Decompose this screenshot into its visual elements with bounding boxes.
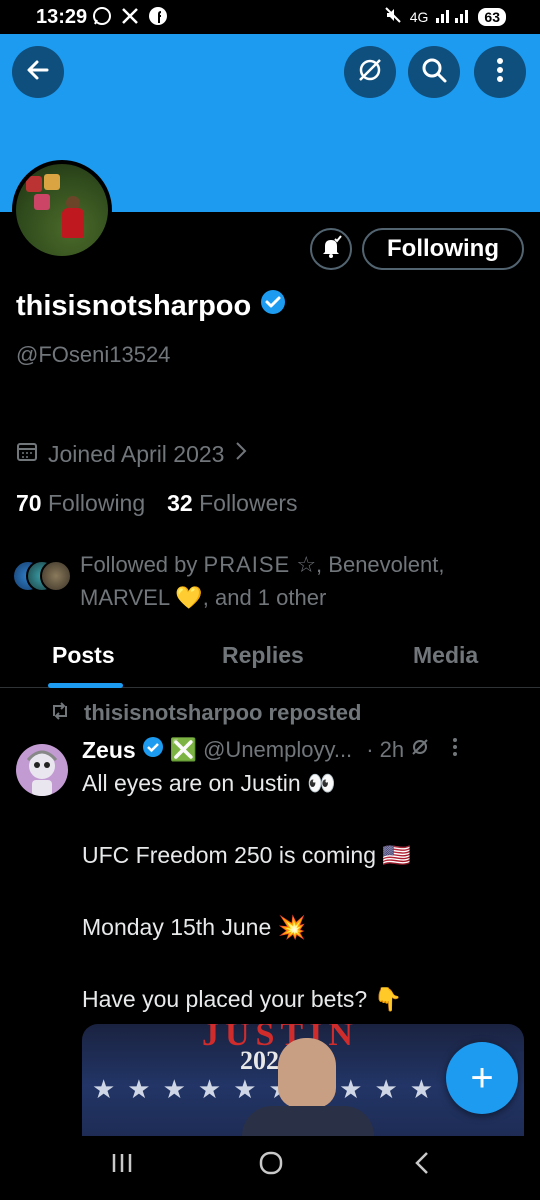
media-person xyxy=(278,1038,336,1108)
follower-avatar xyxy=(40,560,72,592)
signal-icon xyxy=(436,7,470,26)
followed-by-row[interactable]: Followed by PRAISE ☆, Benevolent, MARVEL… xyxy=(12,548,522,614)
post-more-icon[interactable] xyxy=(452,737,458,763)
avatar-sticker xyxy=(34,194,50,210)
back-nav-button[interactable] xyxy=(412,1150,432,1183)
whatsapp-icon xyxy=(92,6,112,31)
battery-indicator: 63 xyxy=(478,7,506,26)
repost-indicator[interactable]: thisisnotsharpoo reposted xyxy=(50,700,361,726)
avatar-sticker xyxy=(44,174,60,190)
mute-icon xyxy=(384,6,402,27)
follow-counts: 70 Following 32 Followers xyxy=(16,490,298,517)
joined-row[interactable]: Joined April 2023 xyxy=(16,440,248,468)
verified-badge-icon[interactable] xyxy=(259,288,287,324)
tab-media[interactable]: Media xyxy=(413,642,478,669)
post-author-avatar[interactable] xyxy=(16,744,68,796)
home-button[interactable] xyxy=(258,1150,284,1183)
search-icon xyxy=(420,56,448,89)
status-bar: 13:29 4G 63 xyxy=(0,0,540,34)
following-count-link[interactable]: 70 Following xyxy=(16,490,145,517)
compose-post-button[interactable]: + xyxy=(446,1042,518,1114)
more-icon xyxy=(496,57,504,88)
avatar-sticker xyxy=(26,176,42,192)
chevron-right-icon xyxy=(234,440,248,468)
followed-by-line2: MARVEL 💛, and 1 other xyxy=(80,585,327,610)
system-icons: 4G 63 xyxy=(384,6,506,27)
media-stars: ★★★★★★★★★★ xyxy=(92,1074,446,1104)
grok-icon xyxy=(356,56,384,89)
followed-by-name: PRAISE xyxy=(203,552,291,577)
following-count: 70 xyxy=(16,490,42,516)
status-time: 13:29 xyxy=(36,6,88,28)
facebook-icon xyxy=(148,6,168,31)
followers-count-link[interactable]: 32 Followers xyxy=(167,490,297,517)
more-button[interactable] xyxy=(474,46,526,98)
author-emoji: ❎ xyxy=(169,737,198,762)
following-button[interactable]: Following xyxy=(362,228,524,270)
repost-icon xyxy=(50,700,70,726)
profile-tabs: Posts Replies Media xyxy=(0,632,540,688)
bell-icon xyxy=(319,234,343,264)
post-author-name[interactable]: Zeus xyxy=(82,737,136,764)
post-text-line: Have you placed your bets? 👇 xyxy=(82,986,403,1012)
tab-posts[interactable]: Posts xyxy=(52,642,115,669)
recent-apps-button[interactable] xyxy=(110,1150,134,1182)
media-person-suit xyxy=(242,1106,374,1136)
joined-text: Joined April 2023 xyxy=(48,440,225,467)
followed-by-rest: ☆, Benevolent, xyxy=(290,552,445,577)
profile-avatar[interactable] xyxy=(12,160,112,260)
post-text-line: UFC Freedom 250 is coming 🇺🇸 xyxy=(82,842,412,868)
followed-by-text: Followed by PRAISE ☆, Benevolent, MARVEL… xyxy=(80,548,510,614)
calendar-icon xyxy=(16,440,38,468)
grok-button[interactable] xyxy=(344,46,396,98)
post-header: Zeus ❎ @Unemployy... · 2h xyxy=(82,736,522,764)
search-button[interactable] xyxy=(408,46,460,98)
profile-handle: @FOseni13524 xyxy=(16,342,171,367)
active-tab-indicator xyxy=(48,683,123,688)
back-icon xyxy=(25,57,51,88)
avatar-figure-shirt xyxy=(62,208,84,238)
notification-icons xyxy=(92,6,168,31)
repost-text: thisisnotsharpoo reposted xyxy=(84,700,362,725)
post-author-handle[interactable]: @Unemployy... xyxy=(203,737,352,763)
followed-by-prefix: Followed by xyxy=(80,552,204,577)
tab-replies[interactable]: Replies xyxy=(222,642,304,669)
grok-icon[interactable] xyxy=(410,737,430,763)
back-button[interactable] xyxy=(12,46,64,98)
network-label: 4G xyxy=(409,8,429,25)
x-icon xyxy=(120,6,140,31)
following-label: Following xyxy=(47,490,146,516)
profile-name-row: thisisnotsharpoo xyxy=(16,288,287,324)
media-banner-text: JUSTIN xyxy=(202,1024,359,1053)
notification-bell-button[interactable] xyxy=(310,228,352,270)
verified-badge-icon xyxy=(142,736,164,764)
followers-count: 32 xyxy=(167,490,193,516)
profile-name: thisisnotsharpoo xyxy=(16,289,252,322)
post-text-line: All eyes are on Justin 👀 xyxy=(82,770,336,796)
post-text-line: Monday 15th June 💥 xyxy=(82,914,307,940)
followed-by-avatars xyxy=(12,560,76,600)
media-year-text: 202 xyxy=(240,1046,279,1075)
followers-label: Followers xyxy=(199,490,298,516)
post-time: · 2h xyxy=(366,737,405,762)
system-navigation-bar xyxy=(0,1136,540,1200)
